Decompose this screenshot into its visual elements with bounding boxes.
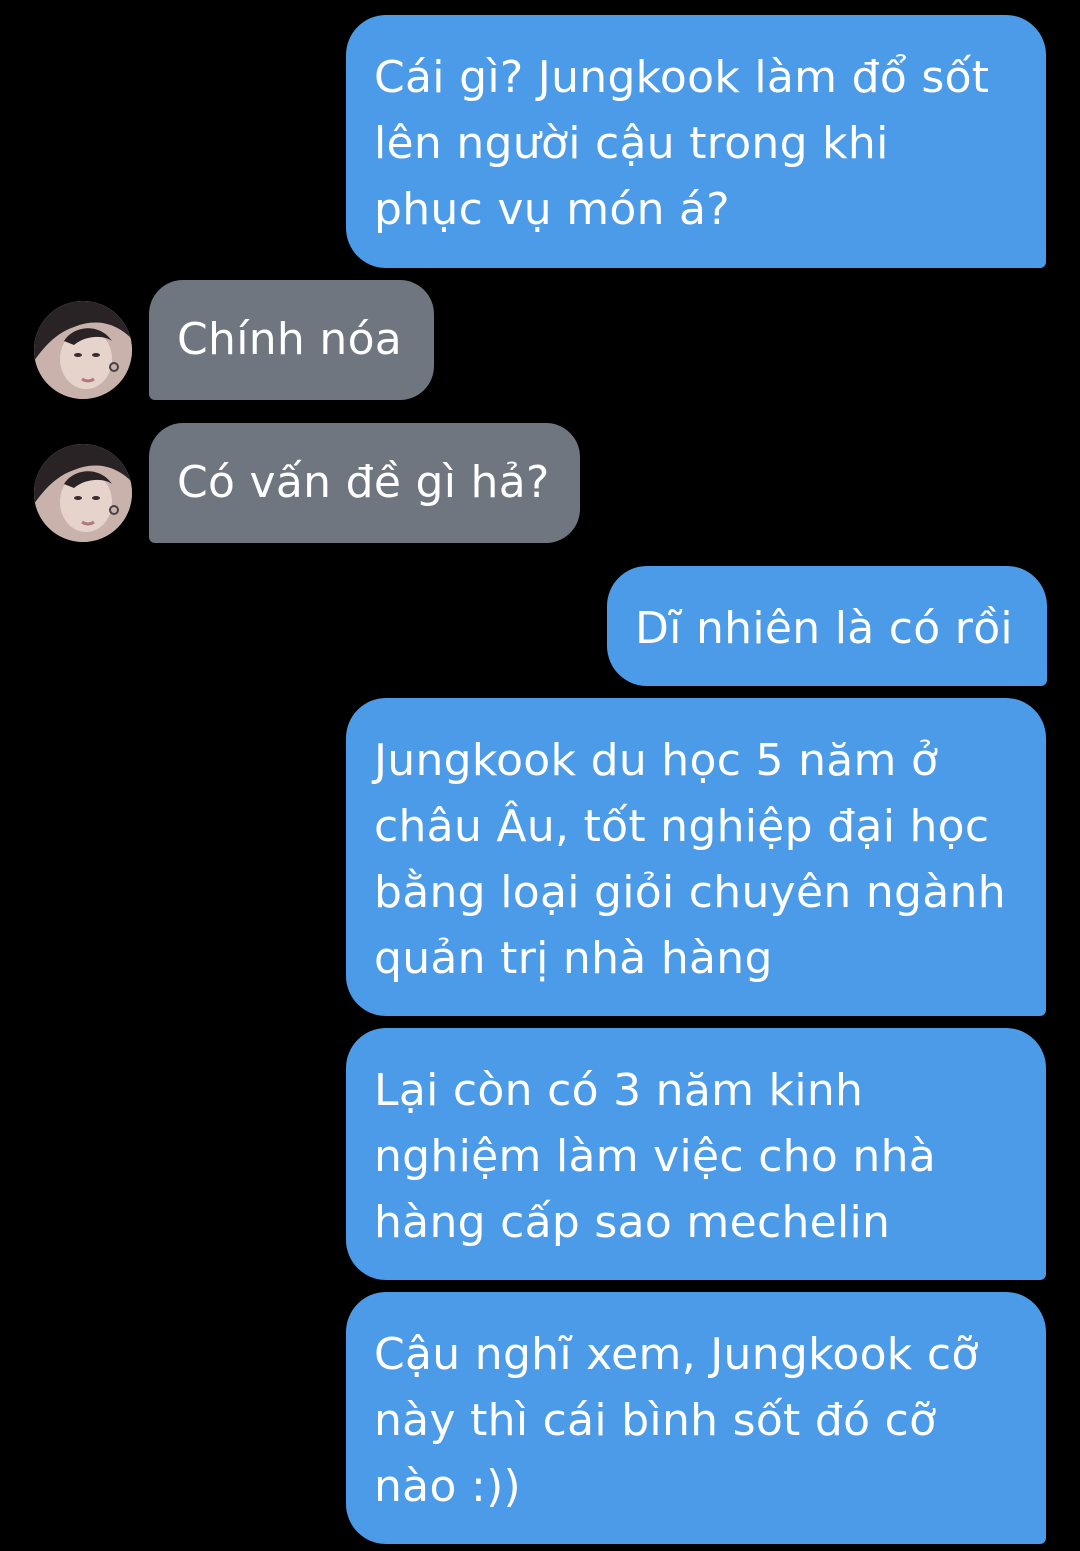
sent-message-bubble[interactable]: Jungkook du học 5 năm ở châu Âu, tốt ngh… bbox=[346, 698, 1046, 1016]
sent-message-bubble[interactable]: Lại còn có 3 năm kinh nghiệm làm việc ch… bbox=[346, 1028, 1046, 1280]
profile-photo-avatar[interactable] bbox=[34, 444, 132, 542]
avatar-portrait-icon bbox=[34, 444, 132, 542]
received-message-bubble[interactable]: Chính nóa bbox=[149, 280, 434, 400]
sent-message-bubble[interactable]: Cậu nghĩ xem, Jungkook cỡ này thì cái bì… bbox=[346, 1292, 1046, 1544]
profile-photo-avatar[interactable] bbox=[34, 301, 132, 399]
received-message-bubble[interactable]: Có vấn đề gì hả? bbox=[149, 423, 580, 543]
sent-message-bubble[interactable]: Dĩ nhiên là có rồi bbox=[607, 566, 1047, 686]
chat-thread: Cái gì? Jungkook làm đổ sốt lên người cậ… bbox=[0, 0, 1080, 1551]
sent-message-bubble[interactable]: Cái gì? Jungkook làm đổ sốt lên người cậ… bbox=[346, 15, 1046, 268]
avatar-portrait-icon bbox=[34, 301, 132, 399]
